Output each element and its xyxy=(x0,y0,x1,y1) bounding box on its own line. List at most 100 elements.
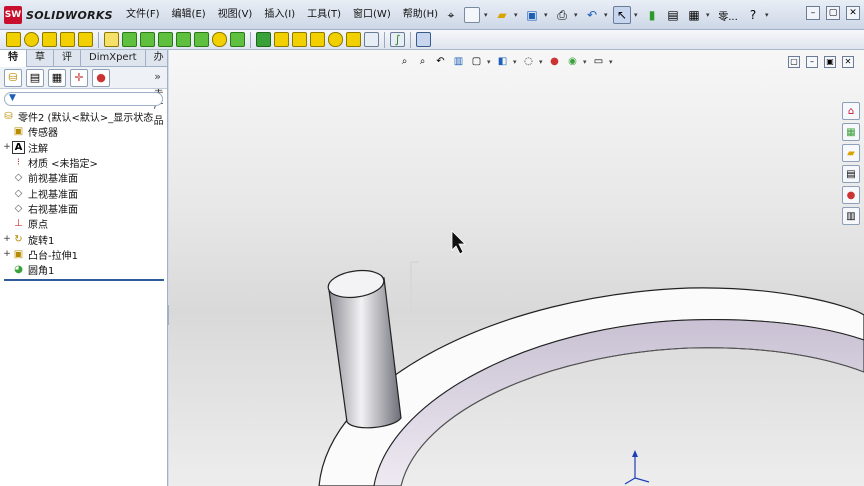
solidworks-resources-icon[interactable]: ⌂ xyxy=(842,102,860,120)
menu-insert[interactable]: 插入(I) xyxy=(258,4,301,26)
configuration-manager-icon[interactable]: ▦ xyxy=(48,68,66,87)
zoom-to-fit-icon[interactable]: ⌕ xyxy=(397,54,412,69)
property-manager-icon[interactable]: ▤ xyxy=(26,68,44,87)
rebuild-icon[interactable]: ▮ xyxy=(643,6,661,24)
tree-item-part[interactable]: ⛁ 零件2 (默认<默认>_显示状态 xyxy=(2,109,165,124)
view-settings-dropdown-icon[interactable]: ▾ xyxy=(609,58,614,66)
menu-help[interactable]: 帮助(H) xyxy=(397,4,444,26)
expand-icon[interactable]: + xyxy=(2,249,12,259)
fillet-icon[interactable] xyxy=(212,32,227,47)
tab-evaluate[interactable]: 评估 xyxy=(54,50,81,79)
loft-boss-icon[interactable] xyxy=(60,32,75,47)
open-folder-icon[interactable]: ▰ xyxy=(493,6,511,24)
section-view-icon[interactable]: ▥ xyxy=(451,54,466,69)
tree-item-annotations[interactable]: + A 注解 xyxy=(2,140,165,155)
design-library-icon[interactable]: ▦ xyxy=(842,123,860,141)
expand-icon[interactable]: + xyxy=(2,234,12,244)
restore-button[interactable]: ▢ xyxy=(826,6,840,20)
curves-icon[interactable]: ∫ xyxy=(390,32,405,47)
edit-appearance-icon[interactable]: ● xyxy=(547,54,562,69)
menu-file[interactable]: 文件(F) xyxy=(120,4,166,26)
extrude-boss-icon[interactable] xyxy=(6,32,21,47)
instant3d-icon[interactable] xyxy=(416,32,431,47)
tab-sketch[interactable]: 草图 xyxy=(27,50,54,79)
tree-item-front-plane[interactable]: ◇ 前视基准面 xyxy=(2,170,165,185)
tree-item-revolve1[interactable]: + ↻ 旋转1 xyxy=(2,231,165,247)
dome-icon[interactable] xyxy=(328,32,343,47)
pin-icon[interactable]: ⌖ xyxy=(442,6,460,24)
revolve-cut-icon[interactable] xyxy=(140,32,155,47)
new-document-icon[interactable] xyxy=(463,6,481,24)
shell-icon[interactable] xyxy=(292,32,307,47)
select-arrow-icon[interactable]: ↖ xyxy=(613,6,631,24)
tree-item-fillet1[interactable]: ◕ 圆角1 xyxy=(2,262,165,277)
lofted-cut-icon[interactable] xyxy=(176,32,191,47)
more-tabs-icon[interactable]: » xyxy=(154,70,161,83)
view-palette-icon[interactable]: ▤ xyxy=(842,165,860,183)
close-button[interactable]: ✕ xyxy=(846,6,860,20)
print-icon[interactable]: ⎙ xyxy=(553,6,571,24)
hide-show-dropdown-icon[interactable]: ▾ xyxy=(539,58,544,66)
custom-properties-icon[interactable]: ▥ xyxy=(842,207,860,225)
help-icon[interactable]: ? xyxy=(744,6,762,24)
save-dropdown-icon[interactable]: ▾ xyxy=(544,11,550,19)
boundary-cut-icon[interactable] xyxy=(194,32,209,47)
viewport-minimize-button[interactable]: – xyxy=(806,56,818,68)
minimize-button[interactable]: – xyxy=(806,6,820,20)
hide-show-items-icon[interactable]: ◌ xyxy=(521,54,536,69)
apply-scene-icon[interactable]: ◉ xyxy=(565,54,580,69)
menu-window[interactable]: 窗口(W) xyxy=(347,4,397,26)
tree-item-sensors[interactable]: ▣ 传感器 xyxy=(2,124,165,139)
tree-item-origin[interactable]: ⊥ 原点 xyxy=(2,216,165,231)
zoom-to-area-icon[interactable]: ⌕ xyxy=(415,54,430,69)
apply-scene-dropdown-icon[interactable]: ▾ xyxy=(583,58,588,66)
linear-pattern-icon[interactable] xyxy=(230,32,245,47)
view-settings-icon[interactable]: ▭ xyxy=(591,54,606,69)
tree-item-right-plane[interactable]: ◇ 右视基准面 xyxy=(2,201,165,216)
feature-filter-input[interactable]: ▼ xyxy=(4,92,163,106)
view-orientation-icon[interactable]: ▢ xyxy=(469,54,484,69)
expand-icon[interactable]: + xyxy=(2,142,12,152)
print-dropdown-icon[interactable]: ▾ xyxy=(574,11,580,19)
menu-tools[interactable]: 工具(T) xyxy=(301,4,347,26)
display-style-icon[interactable]: ◧ xyxy=(495,54,510,69)
new-dropdown-icon[interactable]: ▾ xyxy=(484,11,490,19)
sweep-boss-icon[interactable] xyxy=(42,32,57,47)
menu-edit[interactable]: 编辑(E) xyxy=(166,4,212,26)
rollback-bar[interactable] xyxy=(4,279,164,281)
tab-features[interactable]: 特征 xyxy=(0,50,27,79)
select-dropdown-icon[interactable]: ▾ xyxy=(634,11,640,19)
tab-dimxpert[interactable]: DimXpert xyxy=(81,50,146,67)
dimxpert-manager-icon[interactable]: ✛ xyxy=(70,68,88,87)
graphics-viewport[interactable]: ⌕ ⌕ ↶ ▥ ▢ ▾ ◧ ▾ ◌ ▾ ● ◉ ▾ ▭ ▾ ▢ – ▣ ✕ ⌂ … xyxy=(169,50,864,486)
undo-dropdown-icon[interactable]: ▾ xyxy=(604,11,610,19)
draft-icon[interactable] xyxy=(274,32,289,47)
boundary-boss-icon[interactable] xyxy=(78,32,93,47)
display-style-dropdown-icon[interactable]: ▾ xyxy=(513,58,518,66)
tree-item-top-plane[interactable]: ◇ 上视基准面 xyxy=(2,185,165,201)
revolve-boss-icon[interactable] xyxy=(24,32,39,47)
tree-item-boss-extrude1[interactable]: + ▣ 凸台-拉伸1 xyxy=(2,247,165,262)
hole-wizard-icon[interactable] xyxy=(122,32,137,47)
view-orientation-dropdown-icon[interactable]: ▾ xyxy=(487,58,492,66)
appearances-scenes-icon[interactable]: ● xyxy=(842,186,860,204)
file-properties-icon[interactable]: ▤ xyxy=(664,6,682,24)
file-explorer-icon[interactable]: ▰ xyxy=(842,144,860,162)
viewport-tile-button[interactable]: ▣ xyxy=(824,56,836,68)
solidworks-logo[interactable]: SW SOLIDWORKS xyxy=(4,4,114,26)
help-dropdown-icon[interactable]: ▾ xyxy=(765,11,771,19)
display-manager-icon[interactable]: ● xyxy=(92,68,110,87)
feature-manager-icon[interactable]: ⛁ xyxy=(4,68,22,87)
viewport-restore-button[interactable]: ▢ xyxy=(788,56,800,68)
reference-geometry-icon[interactable] xyxy=(364,32,379,47)
previous-view-icon[interactable]: ↶ xyxy=(433,54,448,69)
viewport-close-button[interactable]: ✕ xyxy=(842,56,854,68)
extrude-cut-icon[interactable] xyxy=(104,32,119,47)
undo-icon[interactable]: ↶ xyxy=(583,6,601,24)
wrap-icon[interactable] xyxy=(310,32,325,47)
options-dropdown-icon[interactable]: ▾ xyxy=(706,11,712,19)
menu-view[interactable]: 视图(V) xyxy=(212,4,259,26)
mirror-icon[interactable] xyxy=(346,32,361,47)
tree-item-material[interactable]: ⁝ 材质 <未指定> xyxy=(2,155,165,170)
open-dropdown-icon[interactable]: ▾ xyxy=(514,11,520,19)
